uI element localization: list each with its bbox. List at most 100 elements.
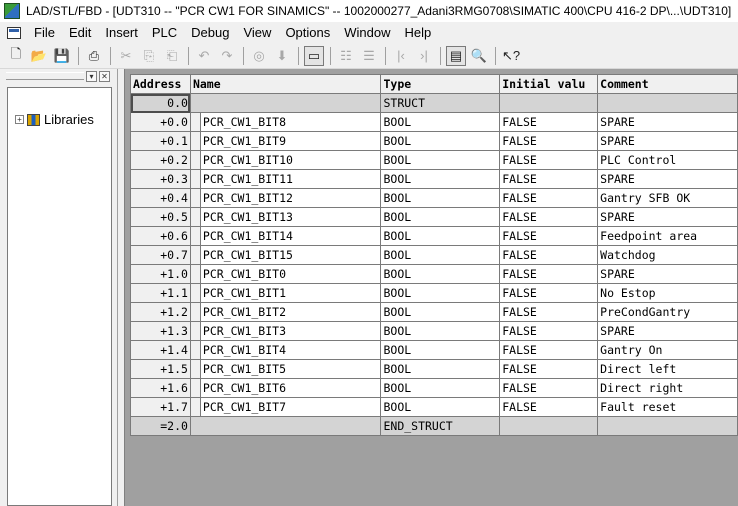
window-toggle-icon[interactable]: ▭ — [304, 45, 324, 66]
row-gap[interactable] — [189, 302, 201, 322]
row-address[interactable]: +1.5 — [130, 359, 191, 379]
row-gap[interactable] — [189, 150, 201, 170]
row-type[interactable]: BOOL — [380, 131, 501, 151]
row-address[interactable]: +0.0 — [130, 112, 191, 132]
table-row[interactable]: +1.5 PCR_CW1_BIT5 BOOL FALSE Direct left — [130, 359, 738, 379]
menu-insert[interactable]: Insert — [98, 22, 145, 43]
row-type[interactable]: BOOL — [380, 245, 501, 265]
open-folder-icon[interactable]: 📂 — [29, 46, 49, 66]
tree-item-libraries[interactable]: + Libraries — [15, 112, 94, 127]
row-address[interactable]: +0.1 — [130, 131, 191, 151]
row-initial-value[interactable]: FALSE — [499, 321, 599, 341]
struct-end-type[interactable]: END_STRUCT — [380, 416, 501, 436]
row-gap[interactable] — [189, 283, 201, 303]
table-row[interactable]: +0.1 PCR_CW1_BIT9 BOOL FALSE SPARE — [130, 131, 738, 151]
paste-icon[interactable]: ⎗ — [162, 46, 182, 66]
table-row[interactable]: +0.4 PCR_CW1_BIT12 BOOL FALSE Gantry SFB OK — [130, 188, 738, 208]
row-type[interactable]: BOOL — [380, 302, 501, 322]
row-type[interactable]: BOOL — [380, 378, 501, 398]
row-gap[interactable] — [189, 340, 201, 360]
network-icon[interactable]: ☷ — [336, 46, 356, 66]
row-initial-value[interactable]: FALSE — [499, 283, 599, 303]
row-comment[interactable]: Direct right — [597, 378, 738, 398]
menu-view[interactable]: View — [236, 22, 278, 43]
row-initial-value[interactable]: FALSE — [499, 207, 599, 227]
row-comment[interactable]: SPARE — [597, 112, 738, 132]
row-address[interactable]: +1.1 — [130, 283, 191, 303]
row-gap[interactable] — [189, 169, 201, 189]
row-initial-value[interactable]: FALSE — [499, 378, 599, 398]
document-icon[interactable] — [7, 26, 21, 39]
redo-icon[interactable]: ↷ — [217, 46, 237, 66]
row-address[interactable]: +0.7 — [130, 245, 191, 265]
row-name[interactable]: PCR_CW1_BIT1 — [199, 283, 382, 303]
header-initial-value[interactable]: Initial valu — [499, 74, 599, 94]
row-name[interactable]: PCR_CW1_BIT9 — [199, 131, 382, 151]
row-name[interactable]: PCR_CW1_BIT11 — [199, 169, 382, 189]
struct-start-initial[interactable] — [499, 93, 599, 113]
undo-icon[interactable]: ↶ — [194, 46, 214, 66]
struct-start-row[interactable]: 0.0 STRUCT — [130, 93, 738, 113]
struct-end-initial[interactable] — [499, 416, 599, 436]
row-gap[interactable] — [189, 378, 201, 398]
header-type[interactable]: Type — [380, 74, 501, 94]
menu-debug[interactable]: Debug — [184, 22, 236, 43]
row-gap[interactable] — [189, 112, 201, 132]
row-name[interactable]: PCR_CW1_BIT10 — [199, 150, 382, 170]
row-comment[interactable]: Watchdog — [597, 245, 738, 265]
table-row[interactable]: +1.7 PCR_CW1_BIT7 BOOL FALSE Fault reset — [130, 397, 738, 417]
menu-file[interactable]: File — [27, 22, 62, 43]
row-initial-value[interactable]: FALSE — [499, 131, 599, 151]
struct-end-row[interactable]: =2.0 END_STRUCT — [130, 416, 738, 436]
row-comment[interactable]: SPARE — [597, 207, 738, 227]
row-comment[interactable]: SPARE — [597, 131, 738, 151]
row-gap[interactable] — [189, 245, 201, 265]
row-address[interactable]: +0.2 — [130, 150, 191, 170]
row-address[interactable]: +1.3 — [130, 321, 191, 341]
row-type[interactable]: BOOL — [380, 188, 501, 208]
monitor-icon[interactable]: ◎ — [249, 46, 269, 66]
row-comment[interactable]: SPARE — [597, 169, 738, 189]
table-row[interactable]: +0.6 PCR_CW1_BIT14 BOOL FALSE Feedpoint area — [130, 226, 738, 246]
row-type[interactable]: BOOL — [380, 169, 501, 189]
header-comment[interactable]: Comment — [597, 74, 738, 94]
struct-start-type[interactable]: STRUCT — [380, 93, 501, 113]
row-initial-value[interactable]: FALSE — [499, 359, 599, 379]
menu-plc[interactable]: PLC — [145, 22, 184, 43]
row-address[interactable]: +0.5 — [130, 207, 191, 227]
previous-icon[interactable]: |‹ — [391, 46, 411, 66]
row-address[interactable]: +0.4 — [130, 188, 191, 208]
row-initial-value[interactable]: FALSE — [499, 245, 599, 265]
row-gap[interactable] — [189, 321, 201, 341]
overview-icon[interactable]: ▤ — [446, 45, 466, 66]
save-icon[interactable]: 💾 — [52, 46, 72, 66]
struct-end-name[interactable] — [189, 416, 382, 436]
table-row[interactable]: +1.6 PCR_CW1_BIT6 BOOL FALSE Direct right — [130, 378, 738, 398]
row-name[interactable]: PCR_CW1_BIT4 — [199, 340, 382, 360]
row-name[interactable]: PCR_CW1_BIT8 — [199, 112, 382, 132]
row-comment[interactable]: PreCondGantry — [597, 302, 738, 322]
table-row[interactable]: +0.0 PCR_CW1_BIT8 BOOL FALSE SPARE — [130, 112, 738, 132]
print-icon[interactable]: ⎙ — [84, 46, 104, 66]
expand-icon[interactable]: + — [15, 115, 24, 124]
struct-start-name[interactable] — [189, 93, 382, 113]
table-row[interactable]: +0.2 PCR_CW1_BIT10 BOOL FALSE PLC Control — [130, 150, 738, 170]
row-comment[interactable]: SPARE — [597, 321, 738, 341]
row-type[interactable]: BOOL — [380, 112, 501, 132]
struct-start-comment[interactable] — [597, 93, 738, 113]
row-comment[interactable]: Fault reset — [597, 397, 738, 417]
table-row[interactable]: +1.4 PCR_CW1_BIT4 BOOL FALSE Gantry On — [130, 340, 738, 360]
table-row[interactable]: +1.3 PCR_CW1_BIT3 BOOL FALSE SPARE — [130, 321, 738, 341]
zoom-icon[interactable]: 🔍 — [469, 46, 489, 66]
row-address[interactable]: +1.0 — [130, 264, 191, 284]
row-initial-value[interactable]: FALSE — [499, 169, 599, 189]
struct-end-comment[interactable] — [597, 416, 738, 436]
row-name[interactable]: PCR_CW1_BIT7 — [199, 397, 382, 417]
table-row[interactable]: +1.2 PCR_CW1_BIT2 BOOL FALSE PreCondGantry — [130, 302, 738, 322]
row-initial-value[interactable]: FALSE — [499, 302, 599, 322]
row-address[interactable]: +0.3 — [130, 169, 191, 189]
row-initial-value[interactable]: FALSE — [499, 112, 599, 132]
row-name[interactable]: PCR_CW1_BIT14 — [199, 226, 382, 246]
row-name[interactable]: PCR_CW1_BIT6 — [199, 378, 382, 398]
table-row[interactable]: +1.0 PCR_CW1_BIT0 BOOL FALSE SPARE — [130, 264, 738, 284]
